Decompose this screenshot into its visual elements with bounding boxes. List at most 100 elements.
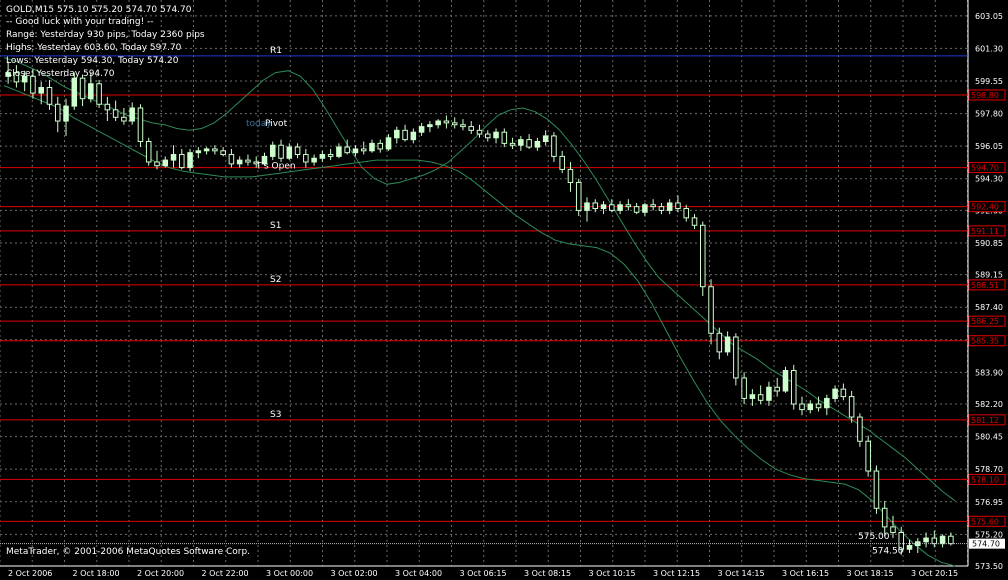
- candle-body-bull: [170, 154, 177, 161]
- candle-body-bear: [790, 370, 797, 405]
- candle-body-bear: [551, 135, 557, 157]
- candle-body-bear: [509, 142, 516, 146]
- candle-body-bull: [236, 159, 243, 165]
- candle-body-bear: [476, 129, 483, 135]
- candle-body-bull: [534, 141, 541, 148]
- candle-body-bear: [360, 148, 367, 152]
- y-tick-label: 578.70: [975, 465, 1003, 474]
- candle-body-bear: [815, 403, 822, 409]
- candle-body-bear: [757, 394, 764, 401]
- candle-body-bull: [824, 397, 830, 409]
- y-tick-label: 589.15: [975, 271, 1003, 280]
- x-tick-label: 2 Oct 22:00: [202, 569, 249, 578]
- price-chart[interactable]: 603.05 601.30 599.55 597.80 596.05 594.30 592.…: [0, 0, 1008, 580]
- candle-body-bull: [807, 403, 814, 411]
- candle-body-bear: [675, 202, 681, 210]
- level-price-label: 592.40: [971, 203, 999, 212]
- y-tick-label: 603.05: [975, 12, 1003, 21]
- y-tick-label: 573.50: [975, 562, 1003, 571]
- candle-body-bull: [782, 370, 789, 392]
- candle-body-bull: [319, 154, 326, 159]
- candle-body-bear: [179, 154, 185, 169]
- candle-body-bear: [658, 206, 665, 211]
- x-tick-label: 3 Oct 04:00: [395, 569, 442, 578]
- comment-line-3: Highs: Yesterday 603.60, Today 597.70: [6, 43, 182, 53]
- candle-body-bull: [385, 137, 392, 150]
- candle-body-bull: [906, 545, 913, 550]
- candle-body-bull: [923, 537, 929, 543]
- candle-body-bull: [129, 107, 135, 122]
- candle-body-bear: [145, 141, 152, 163]
- candle-body-bear: [294, 146, 301, 156]
- level-name-label: S3: [270, 410, 281, 420]
- level-price-label: 588.51: [971, 281, 999, 290]
- candle-body-bull: [642, 204, 648, 213]
- candle-body-bear: [633, 206, 640, 213]
- candle-body-bear: [691, 217, 698, 226]
- level-price-label: 578.10: [971, 475, 999, 484]
- level-price-label: 594.70: [971, 164, 999, 173]
- candle-body-bear: [840, 388, 847, 398]
- ask-label: 574.50: [872, 546, 904, 556]
- band-upper-line: [3, 57, 956, 502]
- candle-body-bull: [187, 152, 193, 169]
- level-price-label: 591.11: [971, 227, 999, 236]
- candle-body-bear: [468, 126, 475, 131]
- candle-body-bear: [567, 168, 574, 183]
- candle-body-bear: [865, 440, 871, 472]
- y-tick-label: 576.95: [975, 498, 1003, 507]
- chart-text-label: today: [246, 119, 272, 129]
- candle-body-bull: [418, 126, 425, 133]
- candle-body-bull: [542, 135, 549, 143]
- candle-body-bear: [96, 83, 102, 105]
- current-price-label: 574.70: [972, 540, 1000, 549]
- y-tick-label: 596.05: [975, 142, 1003, 151]
- candle-body-bear: [79, 77, 86, 100]
- candle-body-bear: [220, 150, 226, 156]
- candle-body-bull: [88, 83, 94, 100]
- candle-body-bull: [600, 204, 607, 210]
- y-tick-label: 587.40: [975, 303, 1003, 312]
- candle-body-bear: [931, 537, 938, 545]
- candle-body-bear: [154, 161, 160, 167]
- candle-body-bear: [54, 103, 61, 122]
- candle-body-bear: [344, 146, 350, 154]
- candle-body-bull: [195, 150, 202, 154]
- x-tick-label: 2 Oct 20:00: [137, 569, 184, 578]
- candle-body-bull: [286, 146, 293, 159]
- y-tick-label: 597.80: [975, 110, 1003, 119]
- x-tick-label: 3 Oct 18:15: [847, 569, 894, 578]
- x-tick-label: 3 Oct 00:00: [266, 569, 313, 578]
- candle-body-bear: [559, 155, 565, 170]
- candle-body-bear: [873, 470, 880, 509]
- candle-body-bear: [212, 148, 218, 152]
- candle-body-bull: [311, 157, 317, 163]
- candle-body-bear: [303, 154, 309, 163]
- x-tick-label: 3 Oct 10:15: [589, 569, 636, 578]
- level-price-label: 598.80: [971, 91, 999, 100]
- candle-body-bear: [402, 129, 408, 141]
- candle-body-bear: [377, 142, 384, 150]
- candle-body-bull: [749, 394, 756, 399]
- level-name-label: S1: [270, 221, 281, 231]
- level-name-label: S2: [270, 275, 281, 285]
- candle-body-bear: [948, 535, 954, 545]
- candle-body-bull: [724, 336, 731, 353]
- candle-body-bear: [484, 133, 491, 139]
- candle-body-bear: [890, 526, 896, 533]
- candle-body-bear: [700, 224, 706, 288]
- x-tick-label: 3 Oct 16:15: [782, 569, 829, 578]
- candle-body-bear: [46, 87, 53, 105]
- candle-body-bull: [38, 87, 44, 94]
- candle-body-bear: [609, 204, 615, 211]
- candle-body-bull: [584, 202, 590, 211]
- candle-body-bear: [857, 416, 863, 442]
- candle-body-bear: [228, 154, 235, 165]
- x-tick-label: 2 Oct 18:00: [73, 569, 120, 578]
- candle-body-bear: [716, 332, 723, 353]
- level-price-label: 585.35: [971, 337, 999, 346]
- candle-body-bull: [518, 139, 524, 146]
- candle-body-bull: [832, 388, 838, 399]
- candle-body-bull: [71, 77, 78, 107]
- candle-body-bear: [799, 403, 805, 411]
